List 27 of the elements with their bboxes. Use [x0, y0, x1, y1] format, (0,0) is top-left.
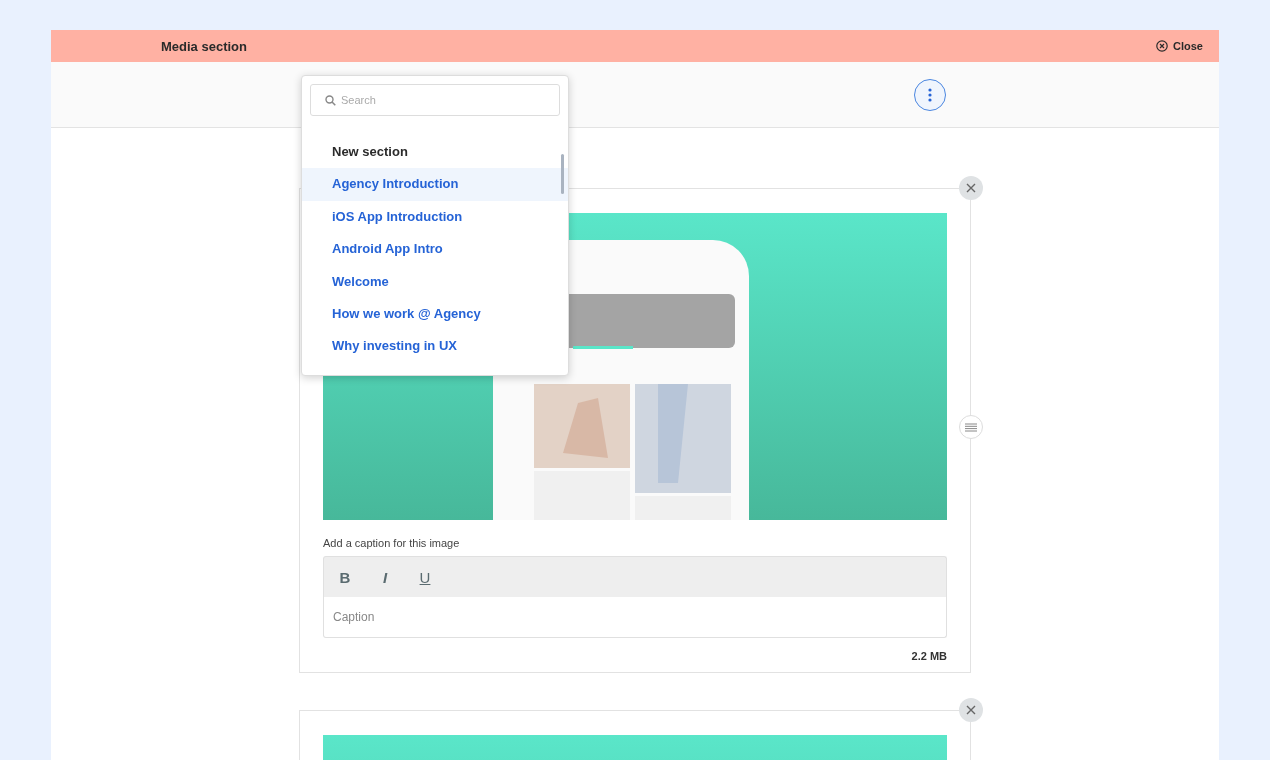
bold-button[interactable]: B: [332, 564, 358, 590]
caption-field[interactable]: Caption: [323, 597, 947, 638]
remove-button[interactable]: [959, 698, 983, 722]
scrollbar[interactable]: [561, 154, 564, 194]
section-title: Media section: [161, 38, 247, 54]
search-icon: [325, 95, 336, 106]
menu-item[interactable]: Why investing in UX: [302, 330, 568, 363]
menu-item[interactable]: Welcome: [302, 265, 568, 298]
menu-icon: [965, 422, 977, 432]
italic-button[interactable]: I: [372, 564, 398, 590]
search-field[interactable]: Search: [310, 84, 560, 116]
menu-item[interactable]: Android App Intro: [302, 233, 568, 266]
more-button[interactable]: [914, 78, 946, 111]
menu-heading: New section: [331, 143, 409, 161]
close-button[interactable]: Close: [1156, 40, 1203, 52]
menu-item[interactable]: Agency Introduction: [302, 168, 568, 201]
underline-button[interactable]: U: [412, 564, 438, 590]
file-size: 2.2 MB: [910, 650, 947, 662]
close-icon: [1156, 40, 1169, 52]
menu-item[interactable]: iOS App Introduction: [302, 200, 568, 234]
caption-label: Add a caption for this image: [323, 537, 461, 549]
close-icon: [966, 183, 976, 193]
menu-item[interactable]: How we work @ Agency: [302, 297, 568, 331]
drag-handle[interactable]: [959, 415, 983, 439]
more-icon: [928, 87, 932, 102]
close-icon: [966, 705, 976, 715]
remove-button[interactable]: [959, 176, 983, 200]
